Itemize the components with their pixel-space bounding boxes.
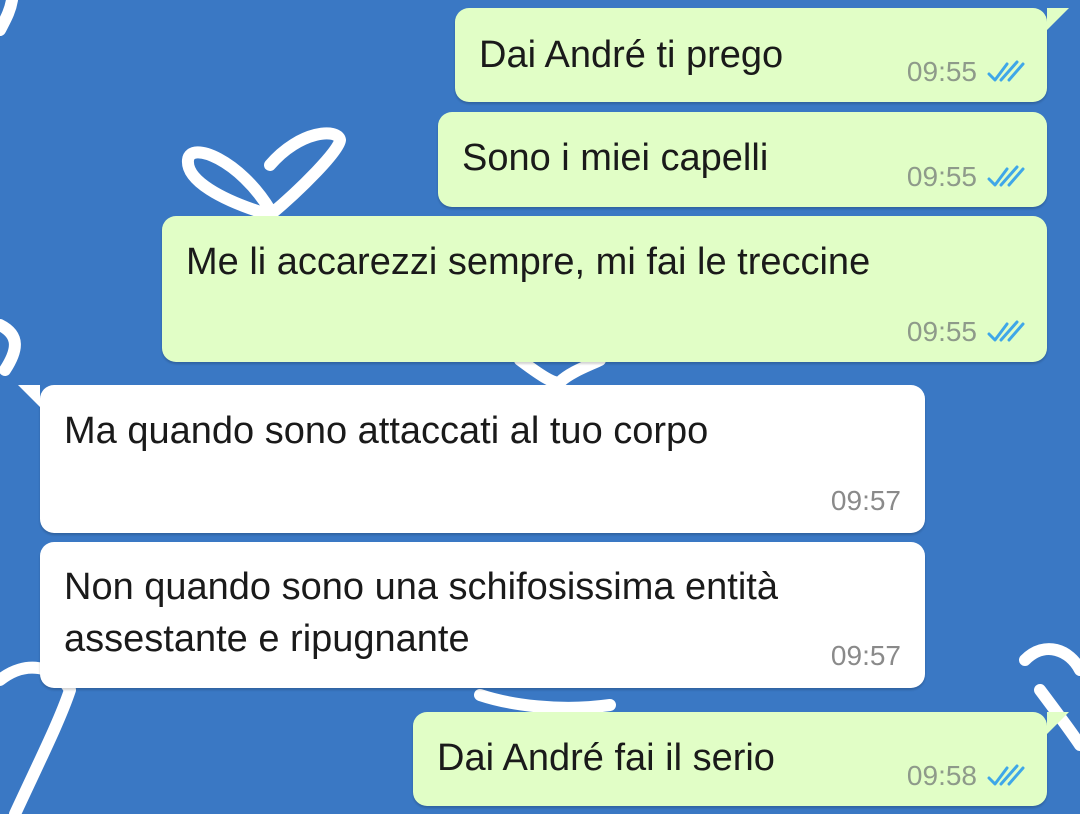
outgoing-message[interactable]: Sono i miei capelli 09:55 [438, 112, 1047, 207]
message-list[interactable]: Dai André ti prego 09:55 Sono i miei cap… [0, 0, 1080, 814]
message-meta: 09:55 [907, 161, 1025, 193]
message-meta: 09:55 [907, 56, 1025, 88]
message-meta: 09:57 [831, 485, 901, 517]
message-text: Sono i miei capelli [462, 137, 769, 179]
outgoing-message[interactable]: Dai André ti prego 09:55 [455, 8, 1069, 102]
bubble-tail [1047, 712, 1069, 734]
message-text: Me li accarezzi sempre, mi fai le trecci… [186, 241, 871, 283]
message-time: 09:55 [906, 161, 977, 192]
outgoing-message[interactable]: Dai André fai il serio 09:58 [413, 712, 1069, 806]
message-time: 09:58 [906, 760, 977, 791]
message-text: Ma quando sono attaccati al tuo corpo [64, 410, 709, 452]
message-text: Dai André fai il serio [437, 737, 775, 779]
message-time: 09:55 [906, 316, 977, 347]
double-check-read-icon [987, 764, 1025, 786]
double-check-read-icon [987, 320, 1025, 342]
message-time: 09:57 [830, 640, 901, 671]
message-time: 09:55 [906, 56, 977, 87]
message-time: 09:57 [830, 485, 901, 516]
message-meta: 09:57 [831, 640, 901, 672]
double-check-read-icon [987, 165, 1025, 187]
bubble-tail [1047, 8, 1069, 30]
incoming-message[interactable]: Ma quando sono attaccati al tuo corpo 09… [18, 385, 925, 533]
message-text: Dai André ti prego [479, 34, 784, 76]
outgoing-message[interactable]: Me li accarezzi sempre, mi fai le trecci… [162, 216, 1047, 362]
message-meta: 09:58 [907, 760, 1025, 792]
bubble-tail [18, 385, 40, 407]
message-text: Non quando sono una schifosissima entità… [64, 566, 779, 660]
message-meta: 09:55 [907, 316, 1025, 348]
double-check-read-icon [987, 60, 1025, 82]
incoming-message[interactable]: Non quando sono una schifosissima entità… [40, 542, 925, 688]
